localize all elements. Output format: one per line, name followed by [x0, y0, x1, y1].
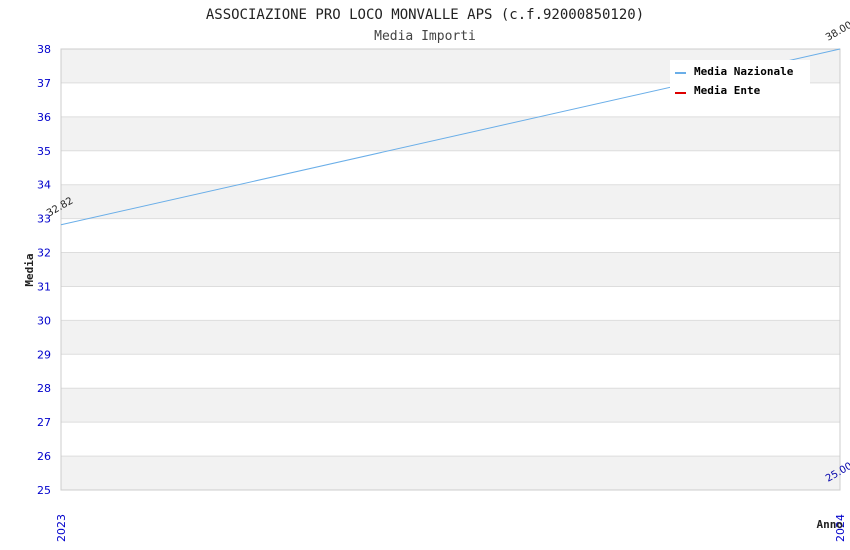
data-label: 38.00 — [824, 20, 850, 44]
y-tick-label: 36 — [37, 111, 51, 124]
plot-band — [61, 252, 840, 287]
plot-band — [61, 116, 840, 151]
y-tick-label: 30 — [37, 314, 51, 327]
plot-background — [61, 49, 840, 490]
plot-band — [61, 422, 840, 457]
chart-subtitle: Media Importi — [374, 29, 476, 44]
legend-label-media-nazionale: Media Nazionale — [694, 65, 794, 78]
y-tick-label: 25 — [37, 484, 51, 497]
plot-band — [61, 150, 840, 185]
y-tick-label: 29 — [37, 348, 51, 361]
y-axis-label: Media — [23, 253, 36, 286]
y-tick-label: 34 — [37, 179, 51, 192]
plot-band — [61, 456, 840, 490]
y-tick-label: 38 — [37, 43, 51, 56]
plot-band — [61, 354, 840, 389]
x-axis-ticks: 2023 2024 — [55, 514, 847, 542]
y-tick-label: 26 — [37, 450, 51, 463]
x-axis-label: Anno — [817, 518, 844, 531]
y-tick-label: 32 — [37, 247, 51, 260]
y-tick-label: 27 — [37, 416, 51, 429]
chart-title: ASSOCIAZIONE PRO LOCO MONVALLE APS (c.f.… — [206, 7, 644, 23]
plot-band — [61, 286, 840, 321]
y-tick-label: 37 — [37, 77, 51, 90]
plot-band — [61, 388, 840, 423]
x-tick-label: 2023 — [55, 514, 68, 542]
plot-band — [61, 218, 840, 253]
y-tick-label: 31 — [37, 280, 51, 293]
plot-band — [61, 320, 840, 355]
plot-band — [61, 184, 840, 219]
y-tick-label: 28 — [37, 382, 51, 395]
y-tick-label: 35 — [37, 145, 51, 158]
line-chart: ASSOCIAZIONE PRO LOCO MONVALLE APS (c.f.… — [23, 7, 850, 542]
legend-label-media-ente: Media Ente — [694, 84, 761, 97]
legend: Media Nazionale Media Ente — [670, 60, 810, 102]
y-axis-ticks: 2526272829303132333435363738 — [37, 43, 51, 497]
